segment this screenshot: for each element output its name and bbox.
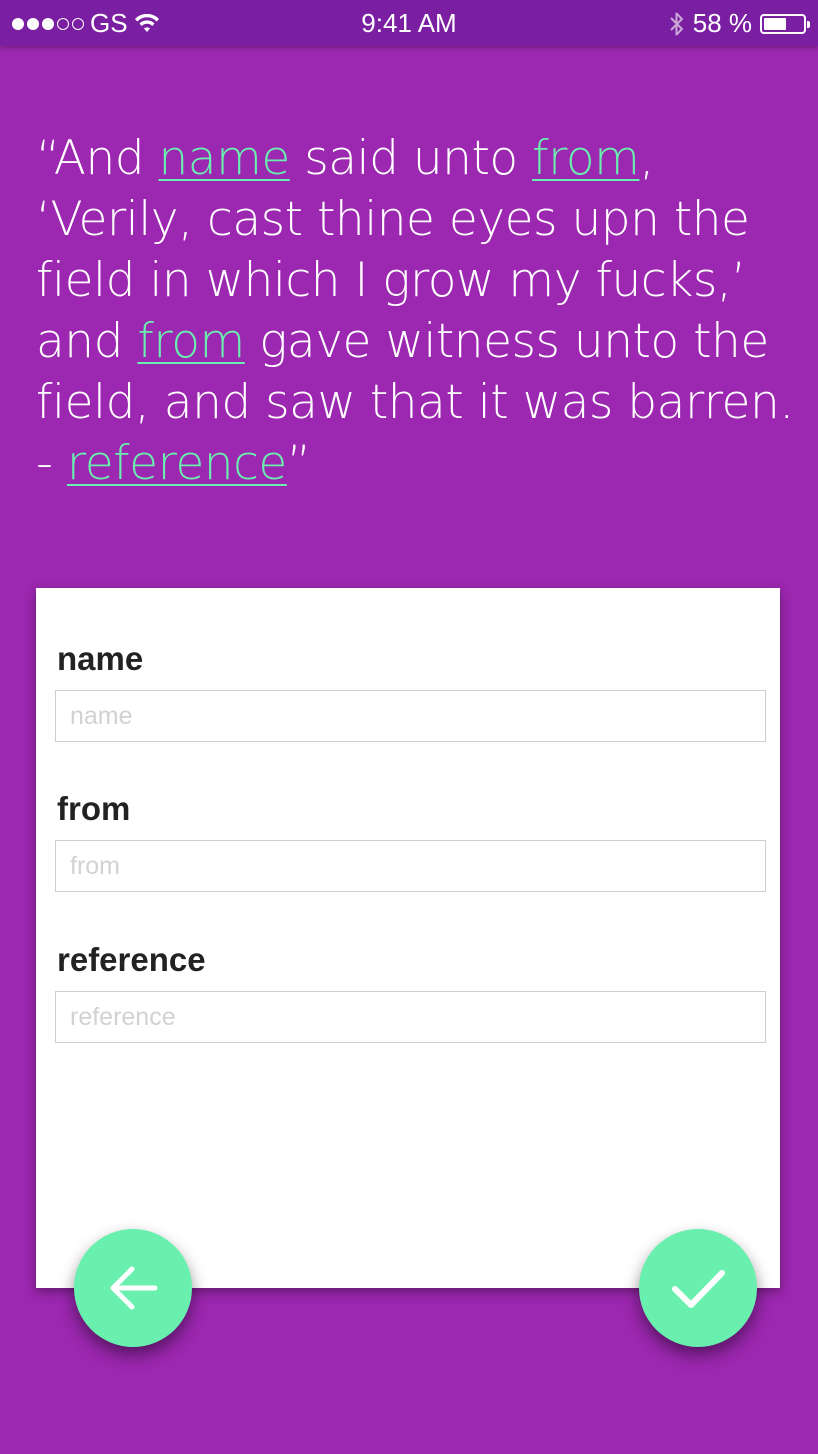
battery-fill [764, 17, 787, 30]
quote-variable[interactable]: name [159, 131, 291, 186]
quote-segment: said unto [289, 131, 533, 186]
quote-variable[interactable]: from [532, 131, 640, 186]
screen: GS 9:41 AM 58 % “And name said unto from… [0, 0, 818, 1454]
battery-percent: 58 % [692, 8, 752, 38]
quote-variable[interactable]: reference [67, 436, 287, 491]
quote-segment: “And [36, 131, 159, 186]
from-input[interactable] [55, 840, 766, 892]
reference-input[interactable] [55, 991, 766, 1043]
battery-tip [807, 20, 810, 28]
form-card: name from reference [36, 588, 780, 1288]
field-label-name: name [57, 640, 144, 677]
field-label-reference: reference [57, 941, 206, 978]
quote-text: “And name said unto from, ‘Verily, cast … [36, 128, 796, 494]
quote-segment: ” [286, 436, 311, 491]
check-icon [672, 1270, 725, 1308]
name-input[interactable] [55, 690, 766, 742]
field-label-from: from [57, 790, 131, 827]
confirm-button[interactable] [639, 1229, 757, 1347]
field-reference: reference [55, 941, 766, 1043]
bluetooth-icon [670, 12, 683, 35]
back-button[interactable] [74, 1229, 192, 1347]
status-right: 58 % [669, 8, 810, 39]
field-from: from [55, 790, 766, 892]
arrow-left-icon [110, 1266, 158, 1310]
field-name: name [55, 640, 766, 742]
status-bar: GS 9:41 AM 58 % [0, 0, 818, 46]
battery-icon [760, 13, 810, 34]
quote-variable[interactable]: from [137, 314, 245, 369]
